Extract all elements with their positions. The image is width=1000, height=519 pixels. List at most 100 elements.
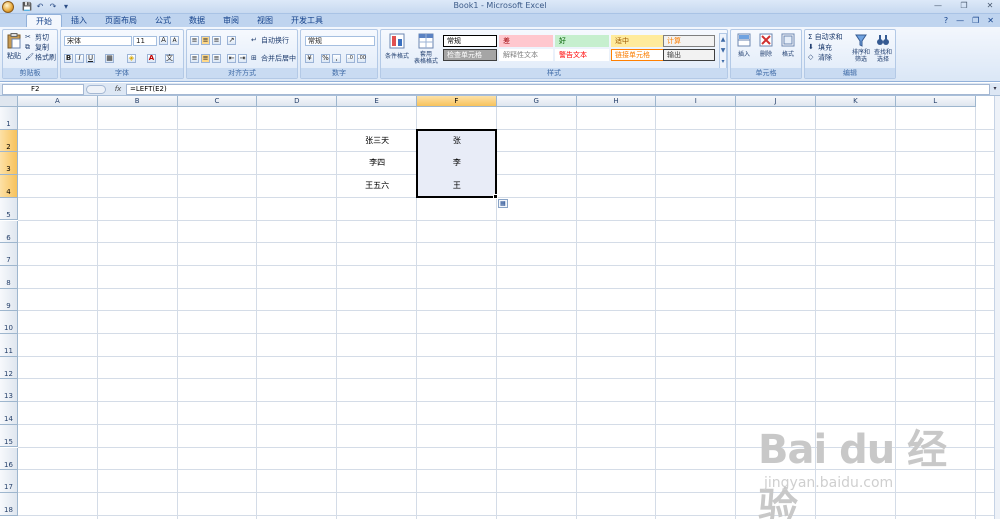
format-cells-button[interactable]: 格式: [778, 33, 798, 58]
row-header-16[interactable]: 16: [0, 447, 18, 471]
increase-indent-button[interactable]: ⇥: [238, 54, 247, 63]
row-header-4[interactable]: 4: [0, 175, 18, 198]
copy-button[interactable]: ⧉ 复制: [25, 43, 49, 52]
column-header-c[interactable]: C: [177, 96, 258, 107]
format-as-table-button[interactable]: 套用 表格格式: [411, 33, 441, 69]
conditional-formatting-button[interactable]: 条件格式: [383, 33, 411, 69]
auto-fill-options-icon[interactable]: ▦: [497, 198, 508, 208]
fill-color-button[interactable]: ◈: [127, 54, 136, 63]
tab-data[interactable]: 数据: [180, 14, 214, 27]
orientation-button[interactable]: ↗: [227, 36, 236, 45]
align-right-button[interactable]: ≡: [212, 54, 221, 63]
row-header-18[interactable]: 18: [0, 492, 18, 516]
wrap-text-button[interactable]: ↵ 自动换行: [251, 36, 289, 45]
row-header-5[interactable]: 5: [0, 197, 18, 221]
cell-e2[interactable]: 张三天: [337, 130, 417, 153]
help-icon[interactable]: ?: [944, 14, 948, 27]
shrink-font-button[interactable]: A: [170, 36, 179, 45]
styles-gallery-scroll[interactable]: ▲ ▼ ▾: [719, 33, 727, 69]
phonetic-button[interactable]: 文: [165, 54, 174, 63]
formula-input[interactable]: =LEFT(E2): [126, 84, 990, 95]
paste-button[interactable]: 粘贴: [6, 33, 22, 60]
column-header-i[interactable]: I: [656, 96, 737, 107]
decrease-decimal-button[interactable]: .00: [357, 54, 366, 63]
number-format-field[interactable]: 常规: [305, 36, 375, 46]
tab-insert[interactable]: 插入: [62, 14, 96, 27]
column-header-a[interactable]: A: [18, 96, 98, 107]
decrease-indent-button[interactable]: ⇤: [227, 54, 236, 63]
column-header-d[interactable]: D: [257, 96, 338, 107]
tab-view[interactable]: 视图: [248, 14, 282, 27]
tab-page-layout[interactable]: 页面布局: [96, 14, 146, 27]
delete-cells-button[interactable]: 删除: [756, 33, 776, 58]
column-header-b[interactable]: B: [97, 96, 178, 107]
row-header-12[interactable]: 12: [0, 356, 18, 380]
italic-button[interactable]: I: [75, 54, 84, 63]
underline-button[interactable]: U: [86, 54, 95, 63]
row-header-3[interactable]: 3: [0, 152, 18, 176]
workbook-minimize-button[interactable]: —: [956, 14, 964, 27]
column-header-f[interactable]: F: [417, 96, 497, 107]
font-color-button[interactable]: A: [147, 54, 156, 63]
find-select-button[interactable]: 查找和 选择: [873, 33, 893, 63]
cut-button[interactable]: ✂ 剪切: [25, 33, 49, 42]
cell-style-9[interactable]: 输出: [663, 49, 715, 61]
accounting-format-button[interactable]: ¥: [305, 54, 314, 63]
align-top-button[interactable]: ≡: [190, 36, 199, 45]
insert-function-button[interactable]: fx: [110, 84, 126, 95]
vertical-scrollbar[interactable]: [994, 96, 1000, 519]
cell-style-2[interactable]: 好: [555, 35, 609, 47]
cell-style-6[interactable]: 解释性文本: [499, 49, 553, 61]
sort-filter-button[interactable]: 排序和 筛选: [851, 33, 871, 63]
font-size-field[interactable]: 11: [133, 36, 157, 46]
row-header-1[interactable]: 1: [0, 107, 18, 130]
row-header-15[interactable]: 15: [0, 424, 18, 448]
column-header-e[interactable]: E: [337, 96, 417, 107]
workbook-close-button[interactable]: ✕: [987, 14, 994, 27]
workbook-restore-button[interactable]: ❐: [972, 14, 979, 27]
row-header-8[interactable]: 8: [0, 265, 18, 289]
borders-button[interactable]: ▦: [105, 54, 114, 63]
merge-center-button[interactable]: ⊞ 合并后居中: [251, 54, 296, 63]
row-header-2[interactable]: 2: [0, 129, 18, 153]
align-left-button[interactable]: ≡: [190, 54, 199, 63]
column-header-h[interactable]: H: [576, 96, 657, 107]
cell-style-5[interactable]: 检查单元格: [443, 49, 497, 61]
bold-button[interactable]: B: [64, 54, 73, 63]
close-button[interactable]: ✕: [984, 1, 996, 10]
cell-e4[interactable]: 王五六: [337, 175, 417, 198]
row-header-10[interactable]: 10: [0, 311, 18, 334]
cell-style-4[interactable]: 计算: [663, 35, 715, 47]
row-header-9[interactable]: 9: [0, 288, 18, 312]
cell-style-7[interactable]: 警告文本: [555, 49, 609, 61]
clear-button[interactable]: ◇ 清除: [808, 53, 832, 62]
font-name-field[interactable]: 宋体: [64, 36, 132, 46]
comma-button[interactable]: ,: [332, 54, 341, 63]
insert-cells-button[interactable]: 插入: [734, 33, 754, 58]
row-header-17[interactable]: 17: [0, 470, 18, 493]
expand-formula-bar-icon[interactable]: ▾: [991, 85, 999, 94]
autosum-button[interactable]: Σ 自动求和: [808, 33, 843, 42]
row-header-7[interactable]: 7: [0, 243, 18, 266]
tab-home[interactable]: 开始: [26, 14, 62, 27]
tab-developer[interactable]: 开发工具: [282, 14, 332, 27]
percent-button[interactable]: %: [321, 54, 330, 63]
grow-font-button[interactable]: A: [159, 36, 168, 45]
cell-style-0[interactable]: 常规: [443, 35, 497, 47]
align-middle-button[interactable]: ≡: [201, 36, 210, 45]
column-header-g[interactable]: G: [496, 96, 577, 107]
tab-review[interactable]: 审阅: [214, 14, 248, 27]
row-header-14[interactable]: 14: [0, 402, 18, 425]
row-header-11[interactable]: 11: [0, 334, 18, 357]
select-all-button[interactable]: [0, 96, 18, 107]
formula-bar-splitter[interactable]: [86, 85, 106, 94]
align-center-button[interactable]: ≡: [201, 54, 210, 63]
cell-style-3[interactable]: 适中: [611, 35, 665, 47]
name-box[interactable]: F2: [2, 84, 84, 95]
row-header-6[interactable]: 6: [0, 220, 18, 244]
column-header-l[interactable]: L: [895, 96, 976, 107]
align-bottom-button[interactable]: ≡: [212, 36, 221, 45]
row-header-13[interactable]: 13: [0, 379, 18, 403]
column-header-j[interactable]: J: [736, 96, 816, 107]
format-painter-button[interactable]: 🖌格式刷: [25, 53, 56, 62]
